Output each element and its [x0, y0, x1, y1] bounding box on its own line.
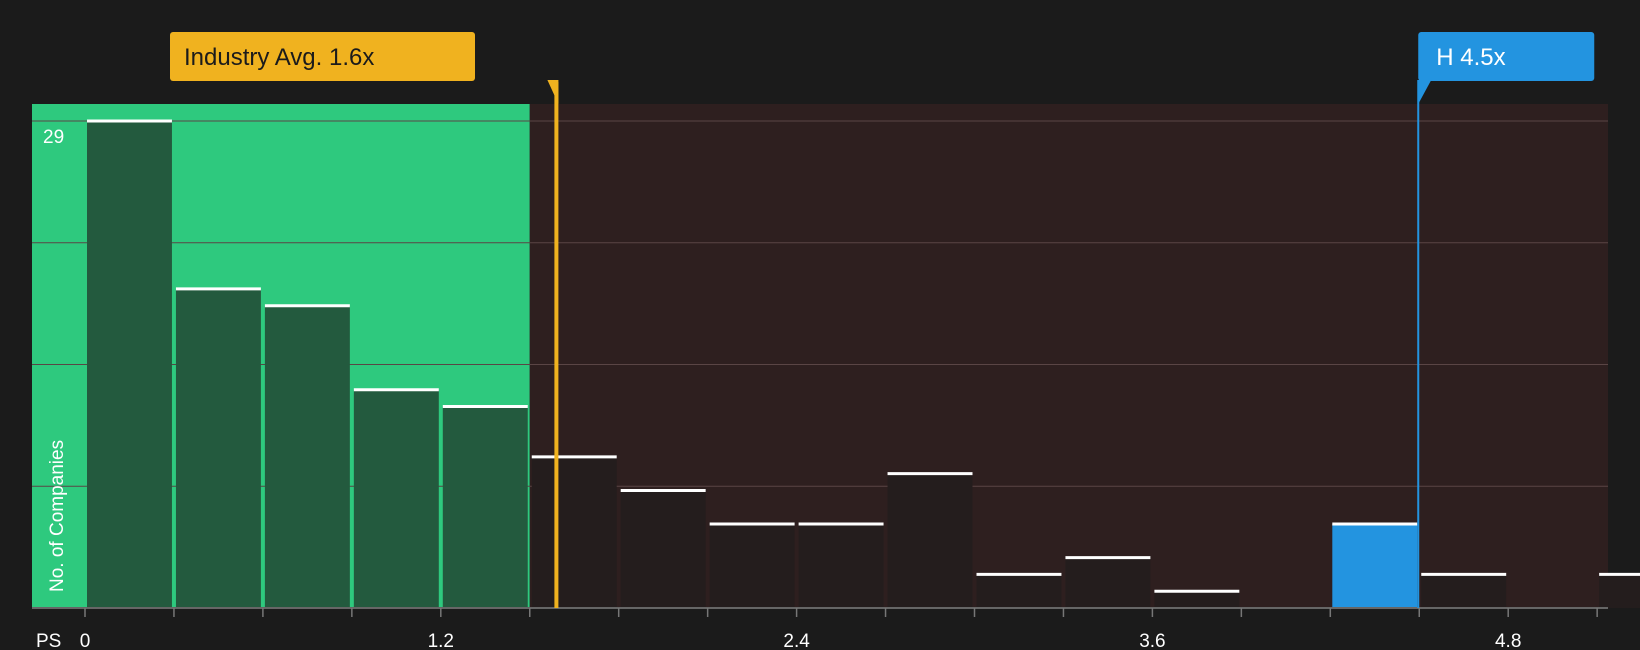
histogram-bar [620, 490, 706, 608]
ps-distribution-chart: 29 No. of Companies PS 01.22.43.64.86+ I… [0, 0, 1640, 650]
x-tick-label: 1.2 [428, 631, 454, 650]
y-max-label: 29 [43, 127, 64, 148]
histogram-bar [442, 406, 528, 608]
x-tick-label: 2.4 [783, 631, 810, 650]
company-pointer [1418, 80, 1432, 104]
histogram-bar [87, 121, 172, 608]
chart-svg: 29 No. of Companies PS 01.22.43.64.86+ I… [32, 32, 1640, 650]
histogram-bar [1065, 557, 1151, 608]
histogram-bar [976, 574, 1062, 608]
industry-average-label: Industry Avg. 1.6x [184, 44, 374, 71]
x-tick-labels: 01.22.43.64.86+ [80, 631, 1522, 650]
histogram-bar [1154, 591, 1240, 608]
x-axis-label: PS [36, 631, 61, 650]
y-axis-label: No. of Companies [47, 440, 68, 592]
company-label: H 4.5x [1436, 44, 1505, 71]
histogram-bar [353, 389, 439, 608]
company-bar [1332, 524, 1418, 608]
histogram-bar [887, 473, 973, 608]
histogram-bar [1599, 574, 1640, 608]
histogram-bar [175, 288, 261, 608]
histogram-bar [1421, 574, 1507, 608]
x-axis [32, 607, 1608, 617]
x-tick-label: 0 [80, 631, 91, 650]
histogram-bar [709, 524, 795, 608]
x-tick-label: 3.6 [1139, 631, 1165, 650]
histogram-bar [264, 305, 350, 608]
histogram-bar [798, 524, 884, 608]
histogram-bar [531, 456, 617, 608]
x-tick-label: 4.8 [1495, 631, 1521, 650]
